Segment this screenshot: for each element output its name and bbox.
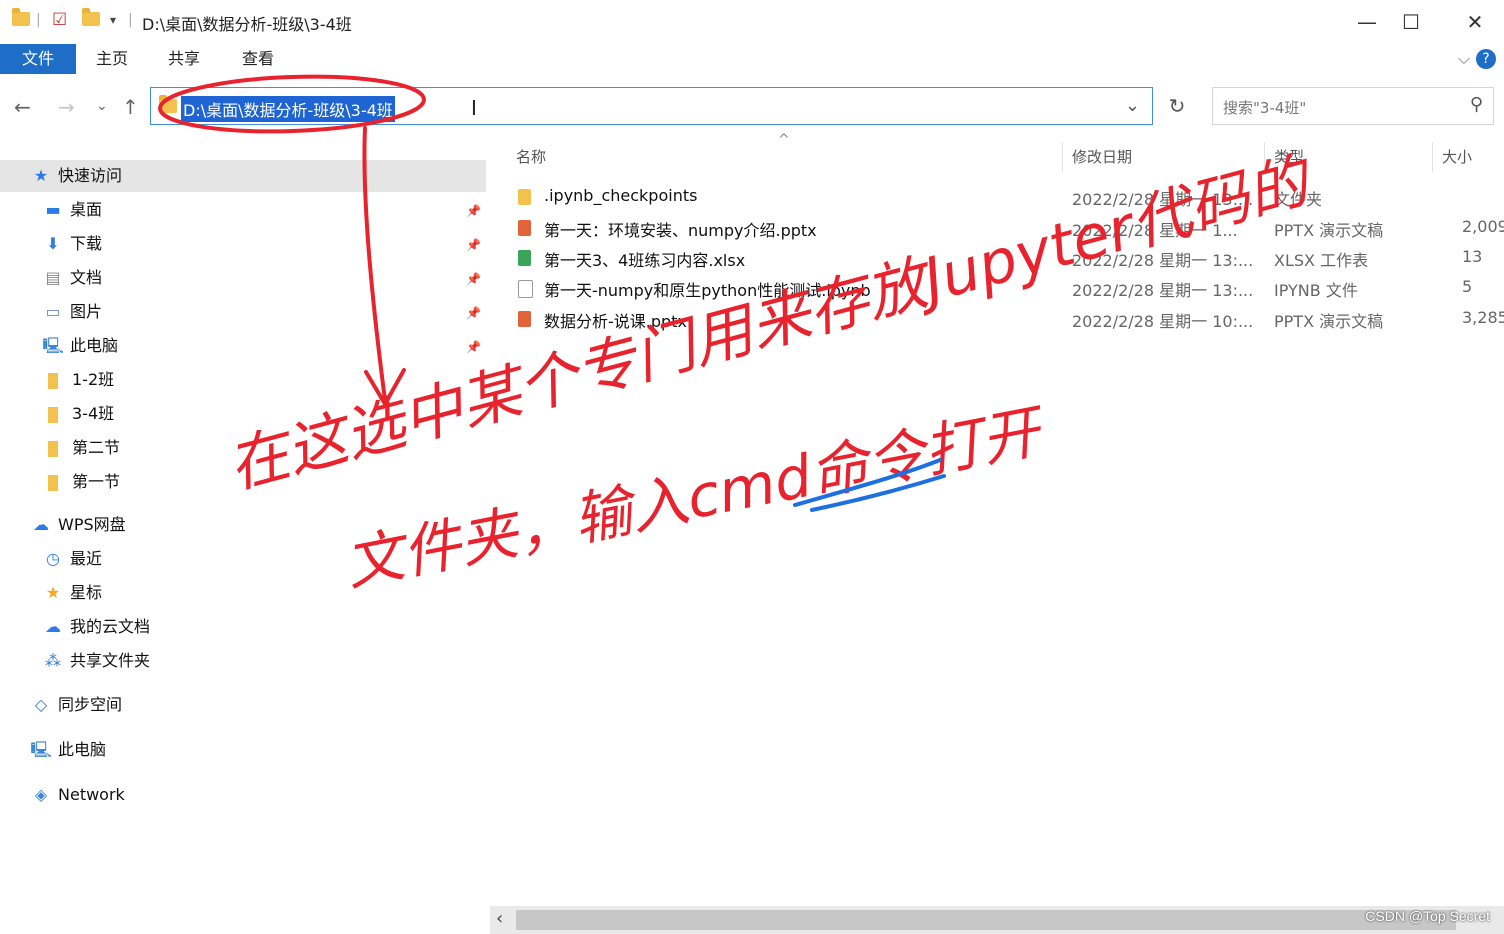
- annotation-circle: [158, 74, 426, 134]
- watermark: CSDN @Top Secret: [1365, 908, 1490, 924]
- handwritten-annotation: 在这选中某个专门用来存放Jupyter代码的 文件夹，输入cmd命令打开: [158, 74, 1321, 599]
- annotation-arrow-line: [362, 126, 387, 402]
